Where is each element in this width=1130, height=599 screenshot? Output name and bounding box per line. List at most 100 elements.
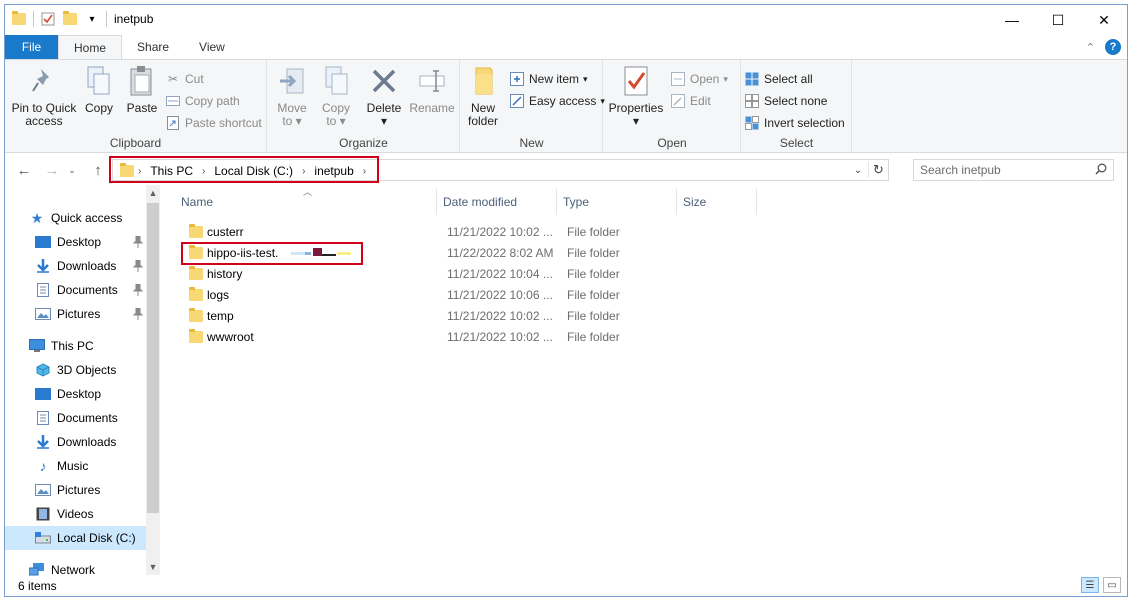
new-folder-button[interactable]: New folder — [465, 64, 501, 128]
up-arrow-icon[interactable]: ↑ — [87, 160, 109, 180]
easy-access-icon — [509, 93, 525, 109]
file-name: temp — [207, 308, 234, 323]
column-header-name[interactable]: Name — [175, 189, 437, 215]
delete-button[interactable]: Delete ▾ — [364, 64, 404, 128]
nav-quick-access[interactable]: ★ Quick access — [29, 207, 147, 229]
collapse-ribbon-icon[interactable]: ⌃ — [1086, 41, 1095, 54]
pin-icon[interactable] — [132, 307, 144, 320]
film-icon — [35, 506, 51, 522]
easy-access-button[interactable]: Easy access ▾ — [509, 91, 605, 111]
open-group: Properties ▾ Open ▾ Edit Open — [604, 60, 741, 152]
recent-locations-icon[interactable]: ⌄ — [61, 160, 83, 180]
folder-icon — [189, 305, 203, 326]
nav-quick-downloads[interactable]: Downloads — [35, 255, 147, 277]
qat-dropdown-icon[interactable]: ▾ — [84, 11, 100, 27]
move-to-button[interactable]: Move to ▾ — [274, 64, 310, 128]
refresh-icon[interactable]: ↻ — [868, 162, 888, 178]
file-list: ︿ Name Date modified Type Size custerr 1… — [163, 185, 1127, 575]
help-icon[interactable]: ? — [1105, 39, 1121, 55]
nav-documents[interactable]: Documents — [35, 407, 147, 429]
paste-button[interactable]: Paste — [122, 64, 162, 115]
column-header-size[interactable]: Size — [677, 189, 757, 215]
minimize-button[interactable]: — — [989, 5, 1035, 35]
table-row[interactable]: temp 11/21/2022 10:02 ... File folder — [163, 305, 763, 326]
maximize-button[interactable]: ☐ — [1035, 5, 1081, 35]
edit-button[interactable]: Edit — [670, 91, 711, 111]
window-title: inetpub — [114, 12, 154, 26]
nav-music[interactable]: ♪ Music — [35, 455, 147, 477]
open-button[interactable]: Open ▾ — [670, 69, 728, 89]
nav-downloads[interactable]: Downloads — [35, 431, 147, 453]
nav-quick-documents[interactable]: Documents — [35, 279, 147, 301]
file-date: 11/21/2022 10:02 ... — [447, 308, 553, 323]
copy-path-button[interactable]: Copy path — [165, 91, 240, 111]
tab-share[interactable]: Share — [122, 35, 184, 59]
nav-this-pc[interactable]: This PC — [29, 335, 147, 357]
folder-icon — [189, 221, 203, 242]
scissors-icon: ✂ — [167, 72, 179, 86]
rename-button[interactable]: Rename — [408, 64, 456, 115]
new-group: New folder New item ▾ Easy access ▾ New — [461, 60, 605, 152]
nav-pictures[interactable]: Pictures — [35, 479, 147, 501]
nav-desktop[interactable]: Desktop — [35, 383, 147, 405]
table-row[interactable]: history 11/21/2022 10:04 ... File folder — [163, 263, 763, 284]
download-arrow-icon — [35, 434, 51, 450]
table-row[interactable]: wwwroot 11/21/2022 10:02 ... File folder — [163, 326, 763, 347]
details-view-icon[interactable]: ☰ — [1081, 577, 1099, 593]
file-date: 11/21/2022 10:04 ... — [447, 266, 553, 281]
nav-videos[interactable]: Videos — [35, 503, 147, 525]
pin-icon[interactable] — [132, 259, 144, 272]
back-arrow-icon[interactable]: ← — [13, 160, 35, 180]
pin-to-quick-access-button[interactable]: Pin to Quick access — [9, 64, 79, 128]
chevron-down-icon[interactable]: ▼ — [146, 559, 160, 575]
properties-button[interactable]: Properties ▾ — [607, 64, 665, 128]
new-item-button[interactable]: New item ▾ — [509, 69, 588, 89]
scrollbar-thumb[interactable] — [147, 203, 159, 513]
nav-local-disk[interactable]: Local Disk (C:) — [5, 526, 146, 550]
column-header-date[interactable]: Date modified — [437, 189, 557, 215]
tab-home[interactable]: Home — [58, 35, 123, 60]
nav-quick-desktop[interactable]: Desktop — [35, 231, 147, 253]
folder-icon — [189, 326, 203, 347]
table-row[interactable]: hippo-iis-test. 11/22/2022 8:02 AM File … — [163, 242, 763, 263]
select-group: Select all Select none Invert selection … — [742, 60, 852, 152]
item-count: 6 items — [18, 579, 57, 593]
search-input[interactable]: Search inetpub — [913, 159, 1114, 181]
copy-icon — [83, 64, 115, 98]
folder-icon — [189, 263, 203, 284]
ribbon-tabs: File Home Share View — [5, 35, 1127, 60]
file-name: wwwroot — [207, 329, 254, 344]
pin-icon[interactable] — [132, 235, 144, 248]
paste-shortcut-button[interactable]: Paste shortcut — [165, 113, 262, 133]
nav-quick-pictures[interactable]: Pictures — [35, 303, 147, 325]
navigation-scrollbar[interactable]: ▲ ▼ — [146, 185, 160, 575]
pin-icon[interactable] — [132, 283, 144, 296]
chevron-up-icon[interactable]: ▲ — [146, 185, 160, 201]
properties-check-icon[interactable] — [40, 11, 56, 27]
file-date: 11/21/2022 10:02 ... — [447, 329, 553, 344]
pictures-icon — [35, 482, 51, 498]
large-icons-view-icon[interactable]: ▭ — [1103, 577, 1121, 593]
copy-button[interactable]: Copy — [81, 64, 117, 115]
copy-to-button[interactable]: Copy to ▾ — [318, 64, 354, 128]
select-none-button[interactable]: Select none — [744, 91, 827, 111]
table-row[interactable]: logs 11/21/2022 10:06 ... File folder — [163, 284, 763, 305]
file-type: File folder — [567, 287, 620, 302]
new-folder-icon[interactable] — [62, 11, 78, 27]
pin-icon — [28, 64, 60, 98]
cube-3d-icon — [35, 362, 51, 378]
invert-selection-button[interactable]: Invert selection — [744, 113, 845, 133]
file-name: custerr — [207, 224, 244, 239]
tab-file[interactable]: File — [5, 35, 58, 59]
close-button[interactable]: ✕ — [1081, 5, 1127, 35]
column-header-type[interactable]: Type — [557, 189, 677, 215]
forward-arrow-icon[interactable]: → — [41, 160, 63, 180]
table-row[interactable]: custerr 11/21/2022 10:02 ... File folder — [163, 221, 763, 242]
nav-3d-objects[interactable]: 3D Objects — [35, 359, 147, 381]
select-all-button[interactable]: Select all — [744, 69, 813, 89]
cut-button[interactable]: ✂ Cut — [165, 69, 204, 89]
tab-view[interactable]: View — [184, 35, 240, 59]
address-history-dropdown-icon[interactable]: ⌄ — [848, 165, 868, 176]
search-icon — [1095, 163, 1107, 178]
file-name: logs — [207, 287, 230, 302]
